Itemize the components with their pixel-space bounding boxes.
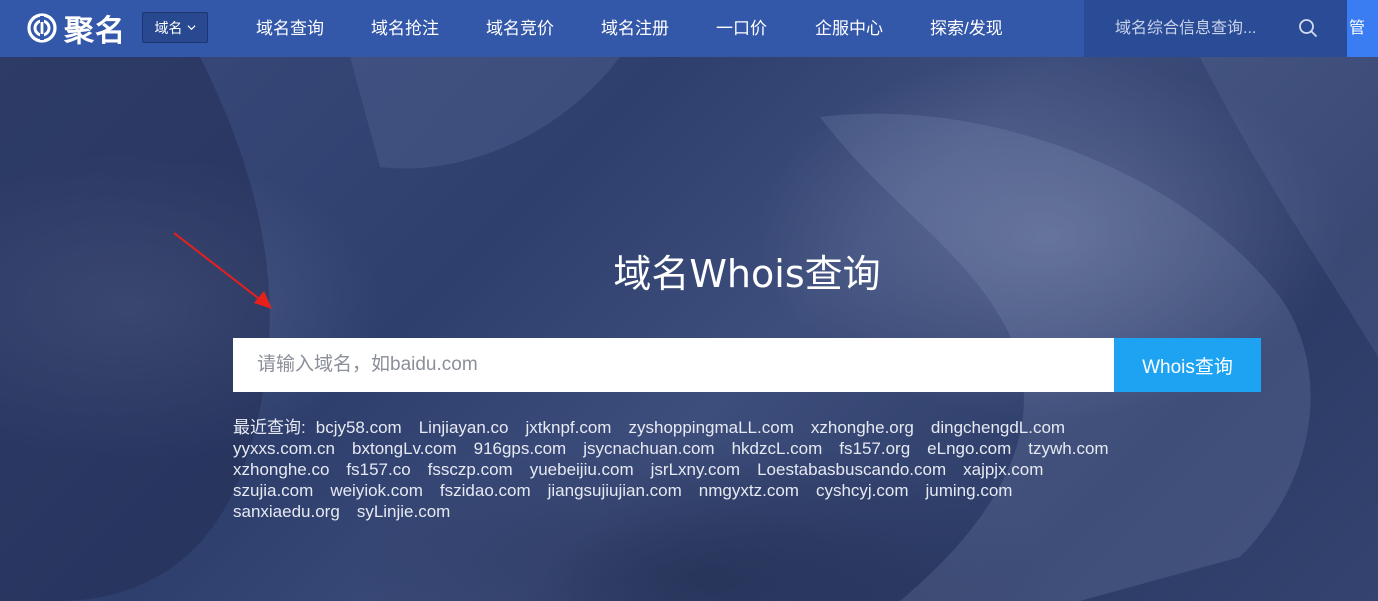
nav-item-fixed-price[interactable]: 一口价 bbox=[716, 0, 767, 57]
recent-queries: 最近查询: bcjy58.com Linjiayan.co jxtknpf.com zy… bbox=[233, 417, 1233, 522]
recent-domain-link[interactable]: Loestabasbuscando.com bbox=[757, 460, 946, 479]
top-navbar: 聚名 域名 域名查询 域名抢注 域名竞价 域名注册 一口价 企服中心 探索/发现… bbox=[0, 0, 1378, 57]
recent-domain-link[interactable]: jxtknpf.com bbox=[526, 418, 612, 437]
recent-domain-link[interactable]: fs157.co bbox=[346, 460, 410, 479]
recent-domain-link[interactable]: xzhonghe.org bbox=[811, 418, 914, 437]
recent-line: szujia.com weiyiok.com fszidao.com jiangsuj… bbox=[233, 480, 1233, 501]
hero-banner: 域名Whois查询 Whois查询 最近查询: bcjy58.com Linjiay… bbox=[0, 57, 1378, 601]
recent-domain-link[interactable]: jsrLxny.com bbox=[651, 460, 740, 479]
recent-domain-link[interactable]: bxtongLv.com bbox=[352, 439, 457, 458]
recent-domain-link[interactable]: yuebeijiu.com bbox=[530, 460, 634, 479]
recent-domain-link[interactable]: fssczp.com bbox=[428, 460, 513, 479]
recent-domain-link[interactable]: xajpjx.com bbox=[963, 460, 1043, 479]
recent-domain-link[interactable]: sanxiaedu.org bbox=[233, 502, 340, 521]
recent-domain-link[interactable]: hkdzcL.com bbox=[732, 439, 823, 458]
recent-domain-link[interactable]: Linjiayan.co bbox=[419, 418, 509, 437]
nav-item-explore[interactable]: 探索/发现 bbox=[930, 0, 1003, 57]
nav-item-domain-auction[interactable]: 域名竞价 bbox=[486, 0, 554, 57]
recent-domain-link[interactable]: zyshoppingmaLL.com bbox=[628, 418, 793, 437]
whois-search-input[interactable] bbox=[233, 338, 1114, 392]
recent-domain-link[interactable]: yyxxs.com.cn bbox=[233, 439, 335, 458]
recent-domain-link[interactable]: weiyiok.com bbox=[330, 481, 423, 500]
recent-domain-link[interactable]: 916gps.com bbox=[474, 439, 567, 458]
logo-text: 聚名 bbox=[64, 14, 126, 49]
recent-domain-link[interactable]: bcjy58.com bbox=[316, 418, 402, 437]
recent-domain-link[interactable]: jiangsujiujian.com bbox=[548, 481, 682, 500]
recent-domain-link[interactable]: dingchengdL.com bbox=[931, 418, 1065, 437]
recent-domain-link[interactable]: eLngo.com bbox=[927, 439, 1011, 458]
recent-domain-link[interactable]: nmgyxtz.com bbox=[699, 481, 799, 500]
chevron-down-icon bbox=[186, 25, 196, 31]
recent-domain-link[interactable]: fs157.org bbox=[839, 439, 910, 458]
nav-item-enterprise-center[interactable]: 企服中心 bbox=[815, 0, 883, 57]
nav-item-domain-register[interactable]: 域名注册 bbox=[601, 0, 669, 57]
page-title: 域名Whois查询 bbox=[613, 252, 881, 296]
recent-line: 最近查询: bcjy58.com Linjiayan.co jxtknpf.com zy… bbox=[233, 417, 1233, 438]
recent-domain-link[interactable]: jsycnachuan.com bbox=[583, 439, 714, 458]
recent-line: xzhonghe.co fs157.co fssczp.com yuebeijiu.c… bbox=[233, 459, 1233, 480]
whois-search-button[interactable]: Whois查询 bbox=[1114, 338, 1261, 392]
category-select[interactable]: 域名 bbox=[142, 12, 208, 43]
nav-item-domain-query[interactable]: 域名查询 bbox=[256, 0, 324, 57]
category-select-value: 域名 bbox=[154, 19, 183, 36]
nav-item-domain-snapup[interactable]: 域名抢注 bbox=[371, 0, 439, 57]
recent-domain-link[interactable]: tzywh.com bbox=[1028, 439, 1108, 458]
recent-line: yyxxs.com.cn bxtongLv.com 916gps.com jsycna… bbox=[233, 438, 1233, 459]
recent-domain-link[interactable]: fszidao.com bbox=[440, 481, 531, 500]
recent-domain-link[interactable]: szujia.com bbox=[233, 481, 313, 500]
recent-domain-link[interactable]: juming.com bbox=[926, 481, 1013, 500]
logo[interactable]: 聚名 bbox=[26, 10, 126, 49]
recent-domain-link[interactable]: syLinjie.com bbox=[357, 502, 451, 521]
recent-label: 最近查询: bbox=[233, 418, 306, 437]
search-icon[interactable] bbox=[1296, 16, 1320, 40]
logo-icon bbox=[27, 13, 57, 43]
recent-domain-link[interactable]: cyshcyj.com bbox=[816, 481, 909, 500]
nav-edge-button[interactable]: 管 bbox=[1347, 0, 1378, 57]
recent-line: sanxiaedu.org syLinjie.com bbox=[233, 501, 1233, 522]
recent-domain-link[interactable]: xzhonghe.co bbox=[233, 460, 329, 479]
nav-search-input[interactable] bbox=[1084, 0, 1294, 57]
